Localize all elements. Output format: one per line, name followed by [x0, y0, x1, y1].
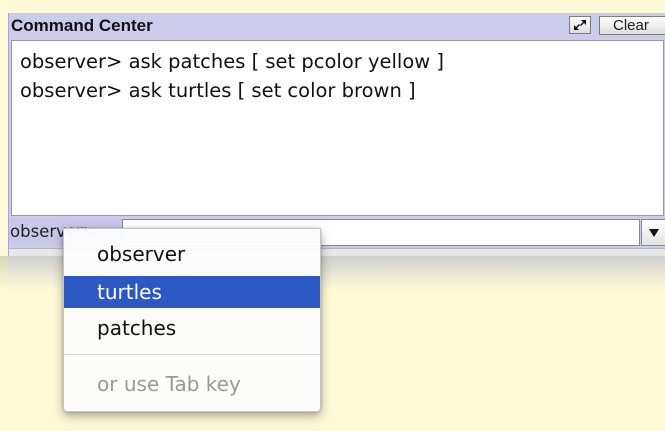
menu-item-observer[interactable]: observer	[64, 238, 320, 270]
output-line: observer> ask patches [ set pcolor yello…	[20, 50, 445, 73]
title-bar: Command Center Clear	[9, 13, 665, 39]
history-button[interactable]	[641, 219, 665, 246]
command-output: observer> ask patches [ set pcolor yello…	[11, 40, 664, 216]
menu-item-patches[interactable]: patches	[64, 312, 320, 344]
triangle-down-icon	[649, 229, 659, 237]
expand-button[interactable]	[569, 16, 591, 34]
clear-button[interactable]: Clear	[599, 16, 665, 35]
panel-title: Command Center	[11, 16, 153, 35]
agent-dropdown-menu: observer turtles patches or use Tab key	[63, 228, 321, 412]
output-line: observer> ask turtles [ set color brown …	[20, 79, 416, 102]
expand-arrows-icon	[574, 20, 586, 30]
menu-hint: or use Tab key	[97, 372, 241, 396]
menu-item-turtles[interactable]: turtles	[64, 276, 320, 308]
panel-shadow-left	[0, 256, 8, 290]
menu-separator	[64, 354, 320, 355]
command-center-panel: Command Center Clear observer> ask patch…	[8, 13, 665, 257]
